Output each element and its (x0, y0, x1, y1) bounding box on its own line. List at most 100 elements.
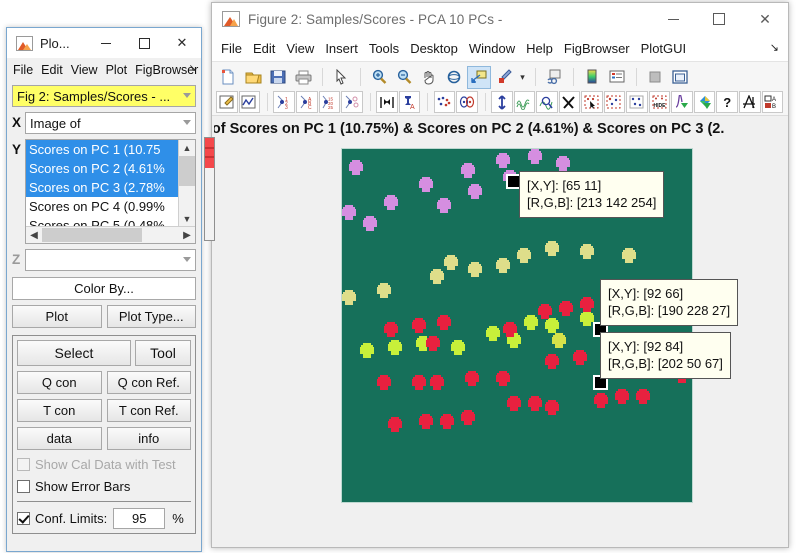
zoom-in-icon[interactable] (367, 66, 391, 89)
label-numbers-icon[interactable]: 123 (273, 91, 295, 113)
label-abc-icon[interactable]: ABC (296, 91, 318, 113)
y-list-vertical-scrollbar[interactable]: ▲ ▼ (178, 140, 195, 227)
tools-icon[interactable] (559, 91, 581, 113)
label-values-icon[interactable]: 152025 (319, 91, 341, 113)
t-con-ref-button[interactable]: T con Ref. (107, 399, 192, 422)
rotate-3d-icon[interactable] (442, 66, 466, 89)
link-plot-icon[interactable] (542, 66, 566, 89)
conf-limits-checkbox[interactable] (17, 512, 30, 525)
menu-overflow-icon[interactable]: ↘ (770, 41, 779, 54)
close-icon[interactable]: ✕ (742, 3, 788, 35)
x-axis-dropdown[interactable]: Image of (25, 112, 196, 134)
z-axis-dropdown[interactable] (25, 249, 196, 271)
pan-hand-icon[interactable] (417, 66, 441, 89)
y-list-item-3[interactable]: Scores on PC 4 (0.99% (26, 197, 195, 216)
tool-button[interactable]: Tool (135, 340, 191, 366)
data-tip-2[interactable]: [X,Y]: [92 66] [R,G,B]: [190 228 27] (600, 279, 738, 326)
plot-controls-titlebar[interactable]: Plo... ✕ (7, 28, 201, 58)
plot-type-button[interactable]: Plot Type... (107, 305, 197, 328)
q-con-button[interactable]: Q con (17, 371, 102, 394)
edit-plot-icon[interactable] (216, 91, 238, 113)
scatter-class-icon[interactable] (434, 91, 456, 113)
y-list-item-1[interactable]: Scores on PC 2 (4.61% (26, 159, 195, 178)
show-error-bars-checkbox[interactable] (17, 480, 30, 493)
hide-points-icon[interactable]: HIDE (649, 91, 671, 113)
zoom-out-icon[interactable] (392, 66, 416, 89)
pc-menu-plot[interactable]: Plot (106, 63, 128, 77)
pointer-select-icon[interactable] (329, 66, 353, 89)
ellipse-class-icon[interactable] (456, 91, 478, 113)
colors-dropdown-icon[interactable] (694, 91, 716, 113)
show-plot-tools-icon[interactable] (668, 66, 692, 89)
scroll-left-icon[interactable]: ◀ (26, 227, 42, 243)
menu-file[interactable]: File (221, 41, 242, 56)
align-icon[interactable] (376, 91, 398, 113)
menu-desktop[interactable]: Desktop (410, 41, 458, 56)
y-list-item-0[interactable]: Scores on PC 1 (10.75 (26, 140, 195, 159)
y-list-item-2[interactable]: Scores on PC 3 (2.78% (26, 178, 195, 197)
pc-menu-overflow-icon[interactable]: ↘ (189, 63, 197, 74)
info-button[interactable]: info (107, 427, 192, 450)
show-points-icon[interactable] (626, 91, 648, 113)
menu-edit[interactable]: Edit (253, 41, 275, 56)
flip-axis-icon[interactable] (491, 91, 513, 113)
show-error-bars-row[interactable]: Show Error Bars (17, 479, 191, 494)
pc-menu-file[interactable]: File (13, 63, 33, 77)
data-tip-1[interactable]: [X,Y]: [65 11] [R,G,B]: [213 142 254] (519, 171, 664, 218)
horizontal-scroll-thumb[interactable] (42, 228, 142, 242)
plot-controls-window[interactable]: Plo... ✕ File Edit View Plot FigBrowser … (6, 27, 202, 552)
q-con-ref-button[interactable]: Q con Ref. (107, 371, 192, 394)
open-file-icon[interactable] (241, 66, 265, 89)
scroll-down-icon[interactable]: ▼ (179, 211, 195, 227)
label-circles-icon[interactable] (341, 91, 363, 113)
plot-button[interactable]: Plot (12, 305, 102, 328)
zoom-spectra-icon[interactable] (536, 91, 558, 113)
scroll-up-icon[interactable]: ▲ (179, 140, 195, 156)
menu-view[interactable]: View (286, 41, 314, 56)
colorbar-icon[interactable] (580, 66, 604, 89)
conf-limits-input[interactable]: 95 (113, 508, 165, 529)
menu-tools[interactable]: Tools (369, 41, 399, 56)
select-button[interactable]: Select (17, 340, 131, 366)
function-dropdown-icon[interactable] (671, 91, 693, 113)
vertical-scroll-thumb[interactable] (179, 156, 195, 186)
menu-help[interactable]: Help (526, 41, 553, 56)
brush-dropdown-icon[interactable]: ▾ (517, 66, 528, 89)
color-by-button[interactable]: Color By... (12, 277, 196, 300)
maximize-icon[interactable] (696, 3, 742, 35)
select-box-icon[interactable] (604, 91, 626, 113)
data-button[interactable]: data (17, 427, 102, 450)
maximize-icon[interactable] (125, 28, 163, 58)
close-icon[interactable]: ✕ (163, 28, 201, 58)
pc-menu-edit[interactable]: Edit (41, 63, 63, 77)
menu-window[interactable]: Window (469, 41, 515, 56)
help-icon[interactable]: ? (716, 91, 738, 113)
select-points-icon[interactable] (581, 91, 603, 113)
minimize-icon[interactable] (650, 3, 696, 35)
figure-window[interactable]: Figure 2: Samples/Scores - PCA 10 PCs - … (211, 2, 789, 548)
minimize-icon[interactable] (87, 28, 125, 58)
y-list-horizontal-scrollbar[interactable]: ◀ ▶ (26, 226, 195, 243)
hide-plot-tools-icon[interactable] (643, 66, 667, 89)
figure-selector-dropdown[interactable]: Fig 2: Samples/Scores - ... (12, 85, 196, 107)
data-tip-3[interactable]: [X,Y]: [92 84] [R,G,B]: [202 50 67] (600, 332, 731, 379)
y-axis-listbox[interactable]: Scores on PC 1 (10.75 Scores on PC 2 (4.… (25, 139, 196, 244)
legend-icon[interactable] (605, 66, 629, 89)
brush-data-icon[interactable] (492, 66, 516, 89)
pc-menu-view[interactable]: View (71, 63, 98, 77)
show-cal-data-row[interactable]: Show Cal Data with Test (17, 457, 191, 472)
spectra-icon[interactable] (514, 91, 536, 113)
menu-plotgui[interactable]: PlotGUI (641, 41, 687, 56)
figure-red-scrollbar[interactable] (204, 137, 215, 241)
t-con-button[interactable]: T con (17, 399, 102, 422)
axis-scale-icon[interactable] (739, 91, 761, 113)
classes-ab-icon[interactable]: AB (762, 91, 784, 113)
pin-label-icon[interactable]: A (399, 91, 421, 113)
save-figure-icon[interactable] (266, 66, 290, 89)
scroll-right-icon[interactable]: ▶ (179, 227, 195, 243)
menu-figbrowser[interactable]: FigBrowser (564, 41, 630, 56)
menu-insert[interactable]: Insert (325, 41, 358, 56)
data-cursor-icon[interactable] (467, 66, 491, 89)
new-figure-icon[interactable] (216, 66, 240, 89)
figure-titlebar[interactable]: Figure 2: Samples/Scores - PCA 10 PCs - … (212, 3, 788, 35)
